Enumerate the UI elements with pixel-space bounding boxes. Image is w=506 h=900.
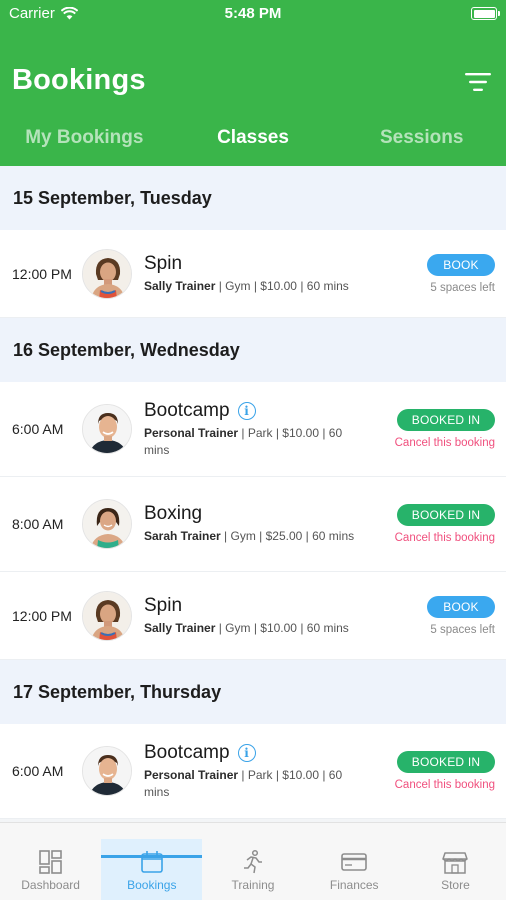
- credit-card-icon: [341, 853, 368, 871]
- trainer-name: Sally Trainer: [144, 620, 216, 635]
- nav-item-bookings[interactable]: Bookings: [101, 839, 203, 900]
- class-time: 12:00 PM: [12, 265, 72, 282]
- booked-in-badge: BOOKED IN: [397, 504, 495, 526]
- class-details: Sarah Trainer | Gym | $25.00 | 60 mins: [144, 528, 368, 545]
- tab-sessions[interactable]: Sessions: [337, 118, 506, 158]
- list-item[interactable]: 8:00 AM Boxing Sarah Trainer | Gym | $25…: [0, 477, 506, 572]
- status-time: 5:48 PM: [224, 5, 282, 22]
- cancel-booking-link[interactable]: Cancel this booking: [395, 779, 495, 791]
- avatar: [82, 499, 132, 549]
- class-time: 8:00 AM: [12, 516, 64, 532]
- trainer-name: Personal Trainer: [144, 767, 239, 782]
- class-name: Spin: [144, 252, 183, 274]
- trainer-name: Personal Trainer: [144, 425, 239, 440]
- list-item[interactable]: 12:00 PM Spin Sally Trainer | Gym | $10.…: [0, 572, 506, 660]
- avatar: [82, 248, 132, 299]
- list-item[interactable]: 6:00 AM Bootcamp i Personal Trainer | Par…: [0, 724, 506, 819]
- spaces-left: 5 spaces left: [430, 623, 495, 636]
- class-meta: | Gym | $25.00 | 60 mins: [220, 529, 355, 543]
- bottom-tab-bar: Dashboard Bookings Training Finances Sto…: [0, 822, 506, 900]
- avatar: [82, 590, 132, 641]
- class-details: Sally Trainer | Gym | $10.00 | 60 mins: [144, 620, 368, 637]
- dashboard-grid-icon: [38, 850, 62, 874]
- booking-actions: BOOKED IN Cancel this booking: [385, 504, 495, 544]
- class-name: Spin: [144, 594, 183, 616]
- class-details: Personal Trainer | Park | $10.00 | 60 mi…: [144, 425, 368, 459]
- book-button[interactable]: BOOK: [427, 253, 495, 276]
- class-name: Boxing: [144, 503, 203, 524]
- bookings-list[interactable]: 15 September, Tuesday 12:00 PM Spin Sall…: [0, 166, 506, 822]
- avatar: [82, 746, 132, 796]
- cancel-booking-link[interactable]: Cancel this booking: [395, 437, 495, 449]
- nav-item-finances[interactable]: Finances: [304, 823, 405, 900]
- list-item[interactable]: 6:00 AM Bootcamp i Personal Trainer | Par…: [0, 382, 506, 477]
- status-bar: Carrier 5:48 PM: [0, 0, 506, 28]
- class-time: 12:00 PM: [12, 607, 72, 624]
- booking-actions: BOOKED IN Cancel this booking: [385, 751, 495, 791]
- class-info: Spin Sally Trainer | Gym | $10.00 | 60 m…: [144, 253, 385, 295]
- booking-actions: BOOKED IN Cancel this booking: [385, 409, 495, 449]
- nav-label: Training: [231, 878, 275, 892]
- class-details: Sally Trainer | Gym | $10.00 | 60 mins: [144, 278, 368, 295]
- class-details: Personal Trainer | Park | $10.00 | 60 mi…: [144, 767, 368, 801]
- battery-icon: [471, 7, 500, 20]
- nav-label: Finances: [329, 878, 379, 892]
- booked-in-badge: BOOKED IN: [397, 751, 495, 773]
- tab-my-bookings[interactable]: My Bookings: [0, 118, 169, 158]
- class-time: 6:00 AM: [12, 421, 64, 437]
- cancel-booking-link[interactable]: Cancel this booking: [395, 532, 495, 544]
- calendar-icon: [140, 851, 163, 873]
- date-header: 16 September, Wednesday: [0, 318, 506, 382]
- nav-label: Dashboard: [21, 878, 80, 892]
- filter-icon[interactable]: [464, 72, 492, 92]
- avatar: [82, 404, 132, 454]
- page-title: Bookings: [12, 64, 146, 96]
- tab-classes[interactable]: Classes: [169, 118, 338, 158]
- app-header: Carrier 5:48 PM Bookings My Bookings Cla…: [0, 0, 506, 166]
- class-info: Spin Sally Trainer | Gym | $10.00 | 60 m…: [144, 595, 385, 637]
- trainer-name: Sally Trainer: [144, 278, 216, 293]
- date-header: 17 September, Thursday: [0, 660, 506, 724]
- runner-icon: [244, 849, 262, 874]
- booked-in-badge: BOOKED IN: [397, 409, 495, 431]
- nav-item-dashboard[interactable]: Dashboard: [0, 823, 101, 900]
- info-icon[interactable]: i: [237, 401, 256, 420]
- nav-label: Store: [441, 878, 470, 892]
- store-icon: [442, 852, 469, 874]
- spaces-left: 5 spaces left: [430, 281, 495, 294]
- class-time: 6:00 AM: [12, 763, 64, 779]
- date-header: 15 September, Tuesday: [0, 166, 506, 230]
- booking-actions: BOOK 5 spaces left: [385, 595, 495, 636]
- nav-item-training[interactable]: Training: [202, 823, 303, 900]
- class-meta: | Gym | $10.00 | 60 mins: [215, 278, 349, 293]
- class-info: Boxing Sarah Trainer | Gym | $25.00 | 60…: [144, 503, 385, 545]
- booking-tabs: My Bookings Classes Sessions: [0, 118, 506, 158]
- nav-item-store[interactable]: Store: [405, 823, 506, 900]
- book-button[interactable]: BOOK: [427, 595, 495, 618]
- class-info: Bootcamp i Personal Trainer | Park | $10.…: [144, 400, 385, 459]
- info-icon[interactable]: i: [237, 743, 256, 762]
- trainer-name: Sarah Trainer: [144, 529, 221, 543]
- class-info: Bootcamp i Personal Trainer | Park | $10.…: [144, 742, 385, 801]
- class-name: Bootcamp: [144, 399, 230, 421]
- class-name: Bootcamp: [144, 741, 230, 763]
- list-item[interactable]: 12:00 PM Spin Sally Trainer | Gym | $10.…: [0, 230, 506, 318]
- nav-label: Bookings: [127, 878, 177, 892]
- booking-actions: BOOK 5 spaces left: [385, 253, 495, 294]
- class-meta: | Gym | $10.00 | 60 mins: [215, 620, 349, 635]
